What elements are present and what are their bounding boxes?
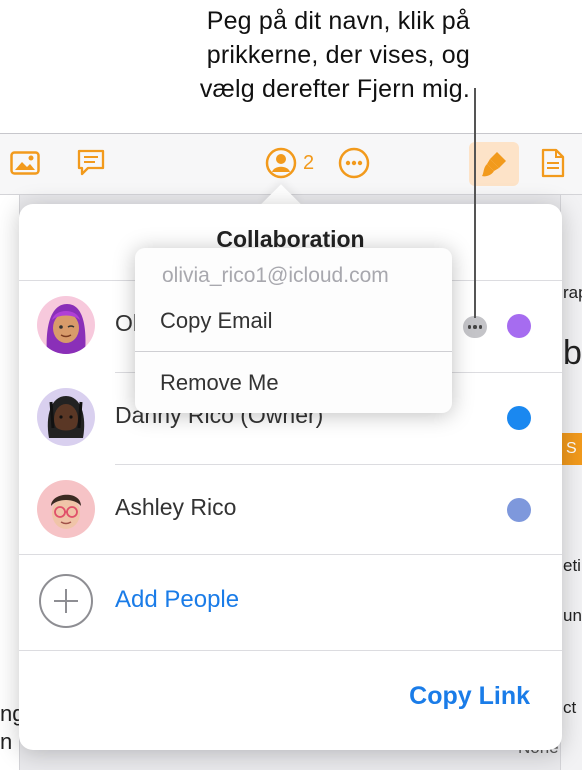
document-canvas-left: [0, 195, 20, 770]
copy-email-menu-item[interactable]: Copy Email: [160, 308, 272, 334]
inspector-fragment: eti: [563, 556, 581, 575]
participant-color-dot: [507, 314, 531, 338]
collaborator-count: 2: [303, 151, 315, 174]
callout-line-1: Peg på dit navn, klik på: [206, 7, 470, 35]
avatar: [37, 296, 95, 354]
participant-name: Ashley Rico: [115, 494, 237, 520]
avatar: [37, 480, 95, 538]
document-icon[interactable]: [538, 146, 568, 180]
inspector-fragment: ct: [563, 698, 577, 717]
inspector-fragment: S: [562, 433, 582, 465]
inspector-fragment: rap: [563, 283, 582, 302]
menu-divider: [135, 351, 452, 352]
photo-icon[interactable]: [8, 146, 42, 180]
collaborators-icon: [265, 147, 297, 179]
callout-pointer-line: [474, 88, 476, 318]
callout-line-2: prikkerne, der vises, og: [206, 41, 470, 69]
participant-color-dot: [507, 406, 531, 430]
inspector-fragment: un: [563, 606, 582, 625]
participant-context-menu: olivia_rico1@icloud.com Copy Email Remov…: [135, 248, 452, 413]
copy-link-button[interactable]: Copy Link: [409, 682, 530, 711]
remove-me-menu-item[interactable]: Remove Me: [160, 370, 279, 396]
add-icon: [39, 574, 93, 628]
more-icon[interactable]: [337, 146, 371, 180]
comment-icon[interactable]: [74, 146, 108, 180]
inspector-panel-edge: [560, 195, 582, 770]
participant-more-button[interactable]: [463, 316, 487, 338]
divider: [19, 650, 562, 651]
inspector-fragment: b: [563, 334, 582, 372]
collaborators-button[interactable]: 2: [265, 146, 325, 180]
callout-line-3: vælg derefter Fjern mig.: [199, 75, 470, 103]
format-brush-icon[interactable]: [469, 142, 519, 186]
toolbar: 2: [0, 134, 582, 195]
instruction-callout: Peg på dit navn, klik på prikkerne, der …: [90, 4, 470, 106]
menu-email: olivia_rico1@icloud.com: [162, 264, 389, 287]
add-people-button[interactable]: Add People: [19, 554, 562, 650]
participant-color-dot: [507, 498, 531, 522]
participant-row[interactable]: Ashley Rico: [19, 464, 562, 556]
add-people-label: Add People: [115, 586, 240, 613]
avatar: [37, 388, 95, 446]
